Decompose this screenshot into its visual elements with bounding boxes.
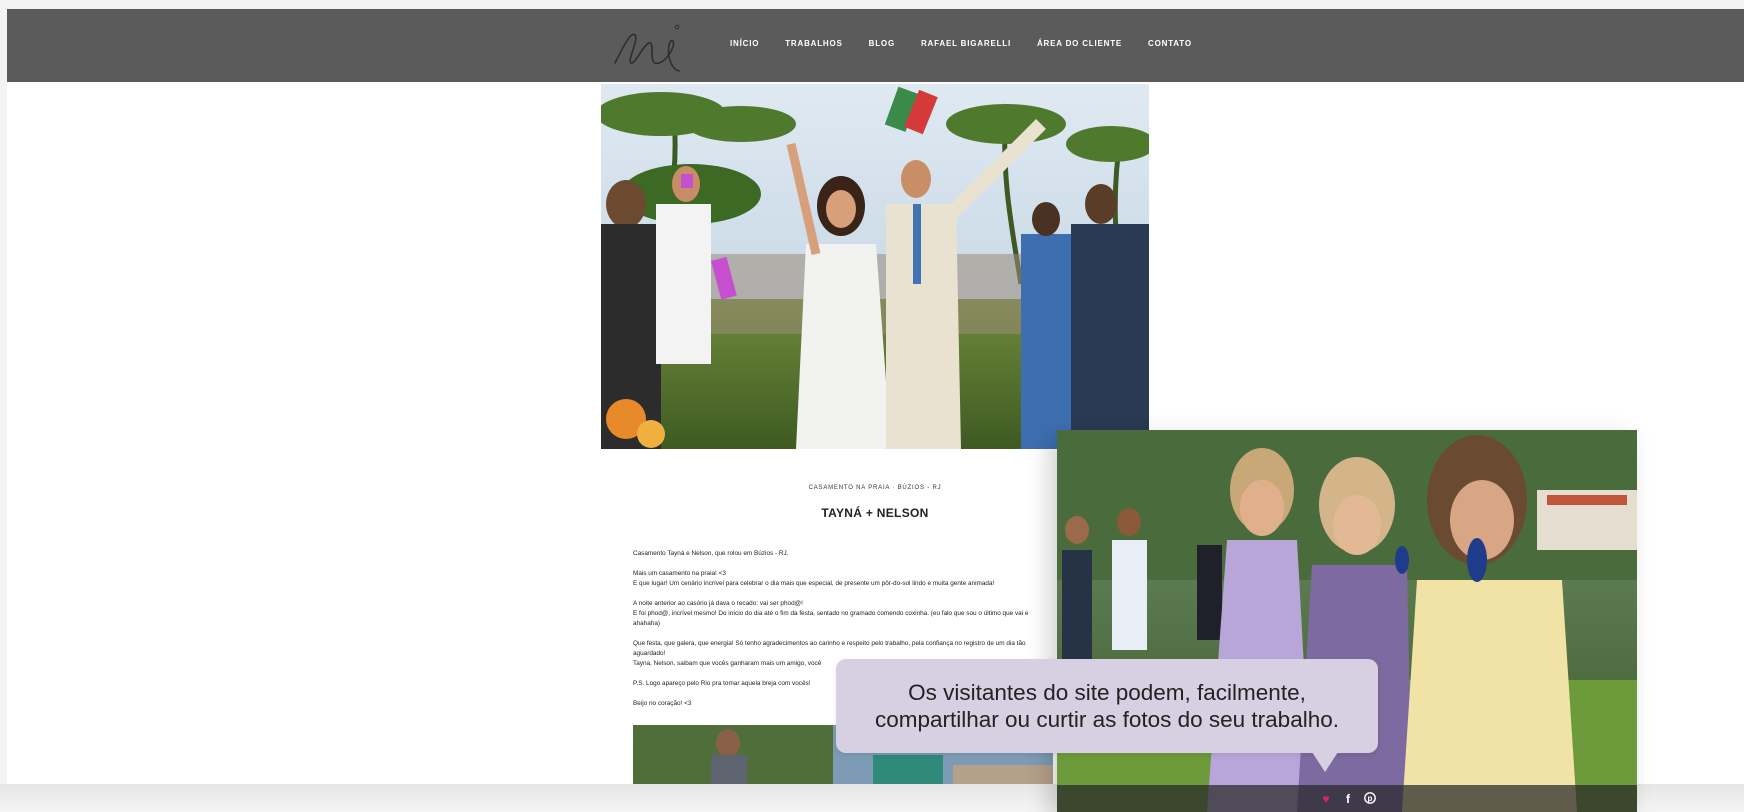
tooltip-text: Os visitantes do site podem, facilmente,…: [875, 680, 1339, 732]
lightbox-photo[interactable]: ♥ f p: [1057, 430, 1637, 812]
svg-text:p: p: [1368, 794, 1373, 803]
heart-icon[interactable]: ♥: [1320, 793, 1332, 805]
site-header: INÍCIO TRABALHOS BLOG RAFAEL BIGARELLI Á…: [7, 9, 1744, 82]
hero-photo[interactable]: [601, 84, 1149, 449]
nav-blog[interactable]: BLOG: [869, 39, 895, 48]
facebook-icon[interactable]: f: [1342, 793, 1354, 805]
bridesmaids-photo: [1057, 430, 1637, 812]
nav-inicio[interactable]: INÍCIO: [730, 39, 759, 48]
nav-contato[interactable]: CONTATO: [1148, 39, 1192, 48]
feature-tooltip: Os visitantes do site podem, facilmente,…: [836, 659, 1378, 753]
wedding-couple-photo: [601, 84, 1149, 449]
nav-rafael-bigarelli[interactable]: RAFAEL BIGARELLI: [921, 39, 1011, 48]
share-icons: ♥ f p: [1320, 792, 1376, 806]
main-nav: INÍCIO TRABALHOS BLOG RAFAEL BIGARELLI Á…: [730, 39, 1218, 48]
tooltip-arrow: [1312, 752, 1338, 772]
signature-logo[interactable]: [609, 17, 689, 75]
nav-area-do-cliente[interactable]: ÁREA DO CLIENTE: [1037, 39, 1122, 48]
nav-trabalhos[interactable]: TRABALHOS: [785, 39, 842, 48]
share-bar: ♥ f p: [1057, 785, 1637, 812]
pinterest-icon[interactable]: p: [1364, 792, 1376, 806]
